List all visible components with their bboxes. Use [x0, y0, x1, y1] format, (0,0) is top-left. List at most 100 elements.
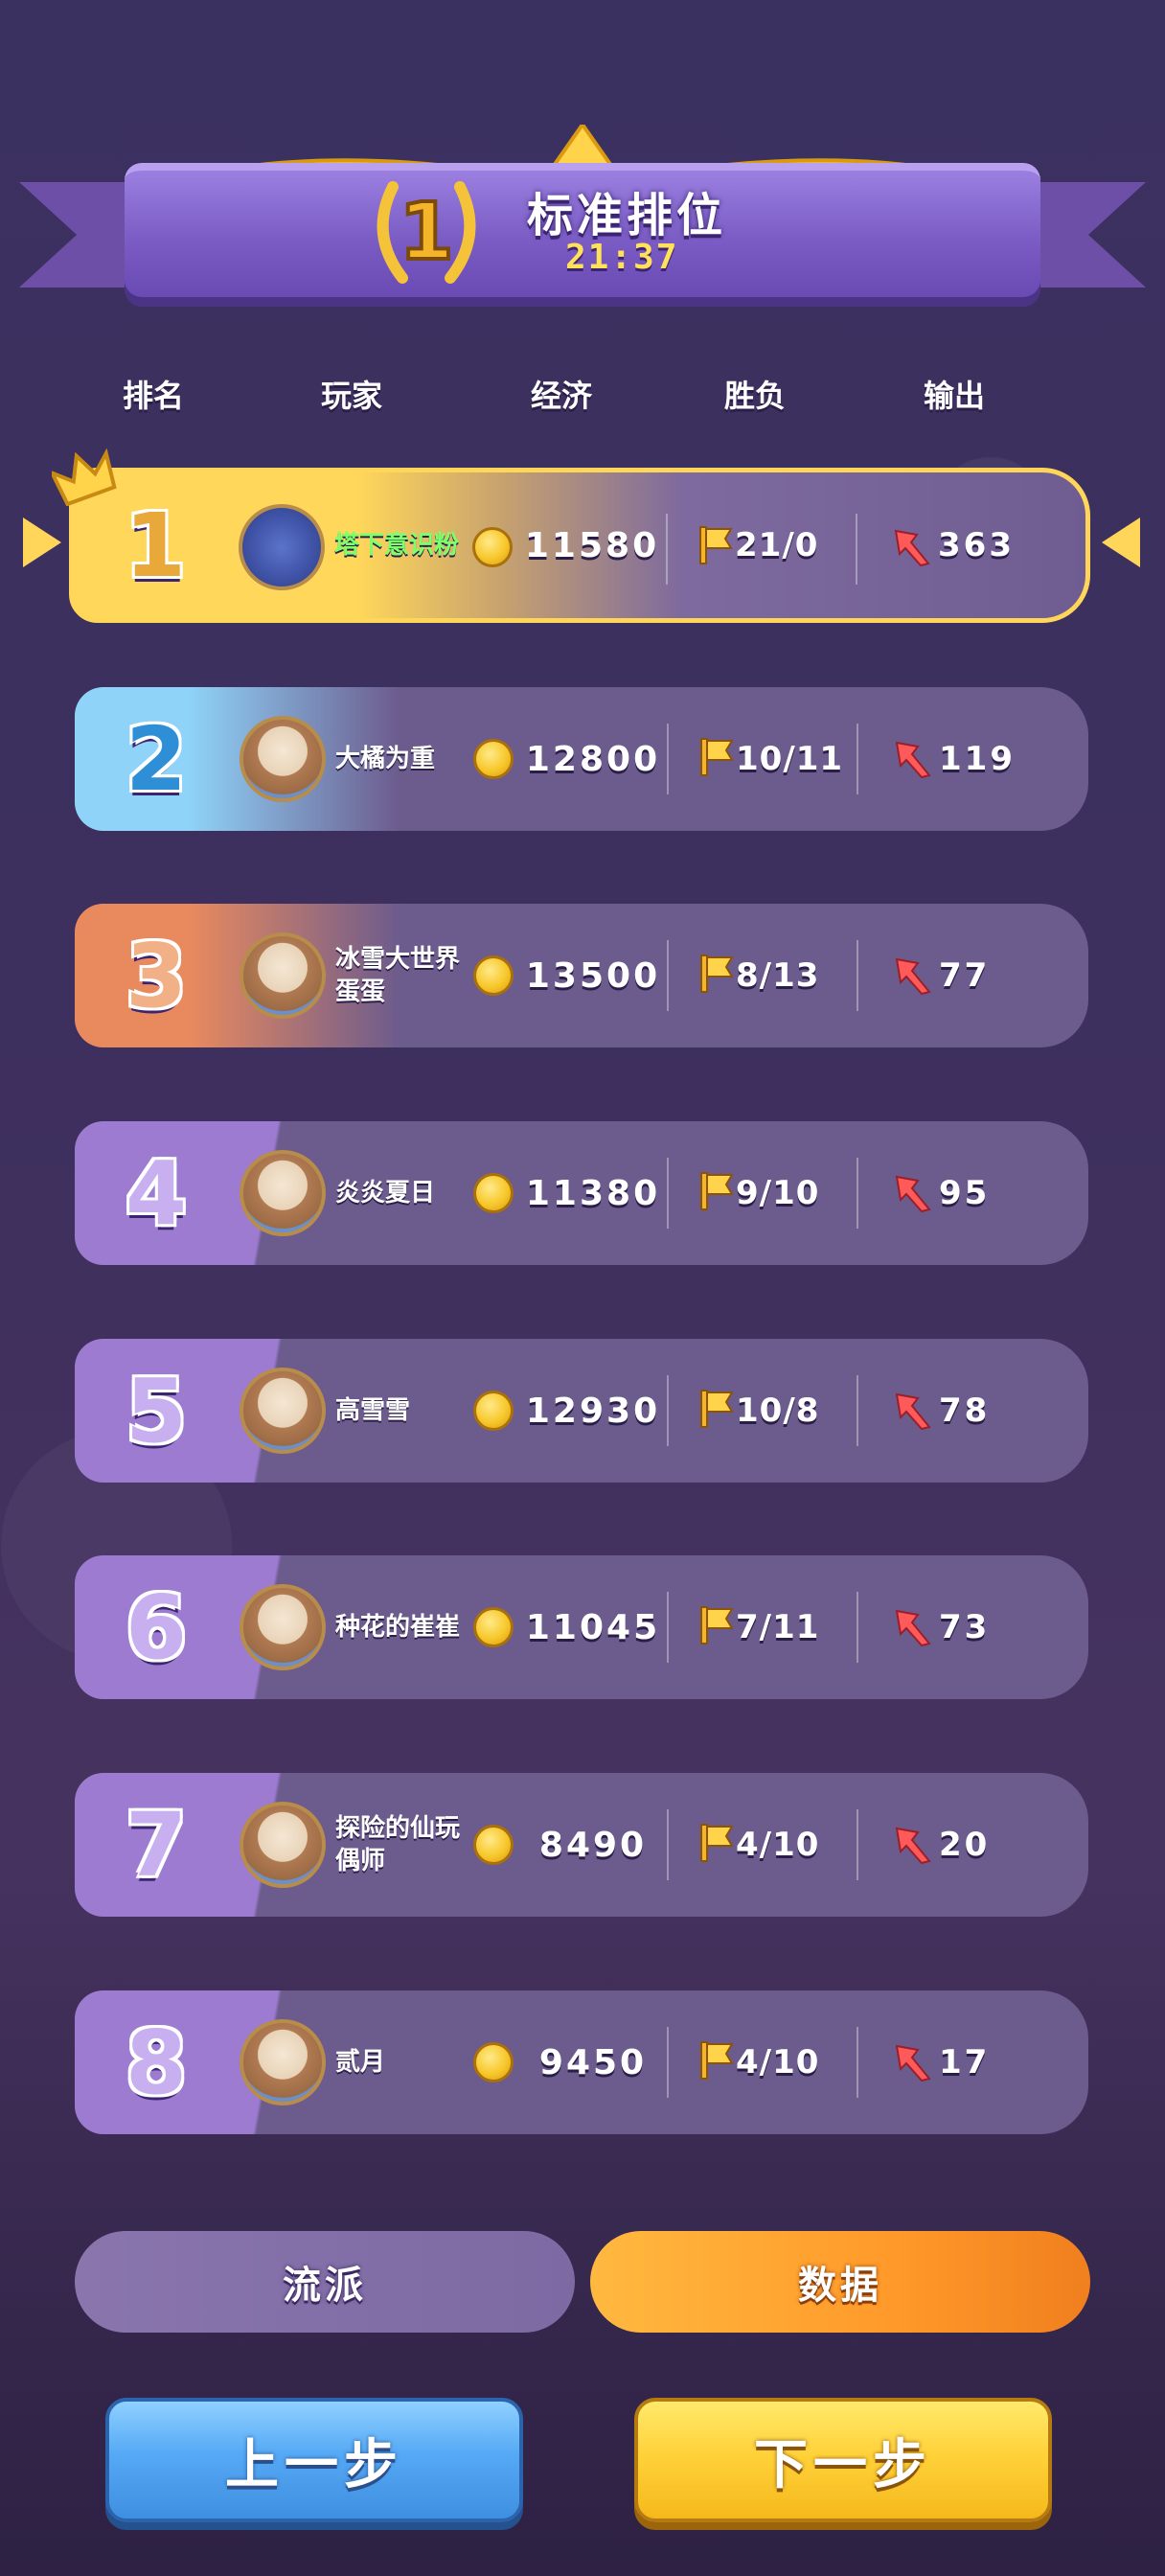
player-avatar[interactable] [240, 1802, 326, 1888]
column-divider [857, 1158, 858, 1229]
player-avatar[interactable] [240, 1150, 326, 1236]
column-divider [857, 940, 858, 1011]
column-divider [857, 1809, 858, 1880]
player-name: 塔下意识粉 [334, 531, 460, 560]
ranking-row[interactable]: 4 炎炎夏日 11380 9/10 95 [75, 1121, 1088, 1265]
column-divider [857, 2027, 858, 2098]
damage-icon [895, 2044, 931, 2082]
flag-icon [699, 526, 733, 564]
column-divider [667, 724, 669, 794]
rank-number: 7 [125, 1793, 187, 1897]
player-avatar[interactable] [240, 2019, 326, 2105]
winloss-value: 4/10 [736, 1826, 820, 1864]
tab-data[interactable]: 数据 [590, 2231, 1090, 2333]
economy-value: 8490 [538, 1825, 648, 1865]
flag-icon [700, 1172, 734, 1210]
column-divider [856, 514, 857, 585]
header-player: 玩家 [320, 378, 383, 414]
column-divider [857, 1375, 858, 1446]
damage-value: 78 [939, 1392, 991, 1430]
player-avatar[interactable] [239, 504, 325, 590]
player-name: 贰月 [335, 2048, 386, 2077]
player-avatar[interactable] [240, 1584, 326, 1670]
player-name: 炎炎夏日 [335, 1179, 436, 1208]
coin-icon [473, 955, 514, 996]
previous-button[interactable]: 上一步 [105, 2398, 523, 2522]
ranking-row[interactable]: 1 塔下意识粉 11580 21/0 363 [69, 468, 1090, 623]
damage-value: 95 [939, 1174, 991, 1212]
damage-icon [895, 1392, 931, 1431]
tab-style[interactable]: 流派 [75, 2231, 575, 2333]
rank-number: 2 [125, 707, 187, 811]
damage-icon [894, 529, 930, 567]
selected-pointer-left-icon [23, 518, 61, 567]
player-avatar[interactable] [240, 932, 326, 1019]
ranking-row[interactable]: 3 冰雪大世界蛋蛋 13500 8/13 77 [75, 904, 1088, 1047]
winloss-value: 7/11 [736, 1608, 820, 1646]
coin-icon [473, 1391, 514, 1431]
column-divider [667, 1809, 669, 1880]
player-name: 探险的仙玩偶师 [335, 1814, 461, 1875]
header-rank: 排名 [122, 378, 185, 414]
winloss-value: 4/10 [736, 2043, 820, 2082]
player-name: 大橘为重 [335, 745, 436, 773]
flag-icon [700, 738, 734, 776]
winloss-value: 10/11 [736, 740, 844, 778]
column-divider [857, 1592, 858, 1663]
header-winloss: 胜负 [723, 378, 787, 414]
coin-icon [473, 739, 514, 779]
ranking-row[interactable]: 6 种花的崔崔 11045 7/11 73 [75, 1555, 1088, 1699]
rank-number: 5 [125, 1359, 187, 1462]
laurel-icon: 1 [377, 181, 476, 284]
rank-number: 8 [125, 2011, 187, 2114]
coin-icon [473, 1825, 514, 1865]
player-name: 冰雪大世界蛋蛋 [335, 945, 461, 1006]
winloss-value: 10/8 [736, 1392, 820, 1430]
damage-value: 17 [939, 2043, 991, 2082]
table-header: 排名 玩家 经济 胜负 输出 [0, 372, 1165, 420]
damage-value: 363 [938, 526, 1015, 564]
ranking-row[interactable]: 7 探险的仙玩偶师 8490 4/10 20 [75, 1773, 1088, 1917]
flag-icon [700, 954, 734, 993]
column-divider [667, 1158, 669, 1229]
selected-pointer-right-icon [1102, 518, 1140, 567]
damage-icon [895, 741, 931, 779]
damage-value: 73 [939, 1608, 991, 1646]
economy-value: 9450 [538, 2042, 648, 2082]
economy-value: 11045 [525, 1607, 661, 1647]
flag-icon [700, 2041, 734, 2080]
damage-value: 20 [939, 1826, 991, 1864]
page-title: 标准排位 [527, 189, 727, 242]
coin-icon [473, 1173, 514, 1213]
column-divider [667, 1592, 669, 1663]
damage-icon [895, 1827, 931, 1865]
player-name: 高雪雪 [335, 1396, 411, 1425]
crown-icon [52, 448, 117, 506]
ranking-row[interactable]: 5 高雪雪 12930 10/8 78 [75, 1339, 1088, 1483]
winloss-value: 21/0 [735, 526, 819, 564]
column-divider [857, 724, 858, 794]
rank-number: 6 [125, 1576, 187, 1679]
economy-value: 11380 [525, 1173, 661, 1213]
player-avatar[interactable] [240, 1368, 326, 1454]
next-button[interactable]: 下一步 [634, 2398, 1052, 2522]
damage-icon [895, 1175, 931, 1213]
player-avatar[interactable] [240, 716, 326, 802]
damage-value: 119 [939, 740, 1016, 778]
flag-icon [700, 1606, 734, 1644]
header-damage: 输出 [923, 378, 986, 414]
title-banner: 1 标准排位 21:37 [19, 77, 1146, 326]
rank-number: 4 [125, 1141, 187, 1245]
damage-icon [895, 957, 931, 996]
winloss-value: 8/13 [736, 956, 820, 995]
ranking-row[interactable]: 8 贰月 9450 4/10 17 [75, 1990, 1088, 2134]
player-name: 种花的崔崔 [335, 1613, 461, 1642]
economy-value: 12930 [525, 1391, 661, 1431]
coin-icon [473, 1607, 514, 1647]
column-divider [667, 940, 669, 1011]
rank-number: 3 [125, 924, 187, 1027]
column-divider [667, 2027, 669, 2098]
column-divider [666, 514, 668, 585]
match-time: 21:37 [565, 238, 679, 277]
ranking-row[interactable]: 2 大橘为重 12800 10/11 119 [75, 687, 1088, 831]
